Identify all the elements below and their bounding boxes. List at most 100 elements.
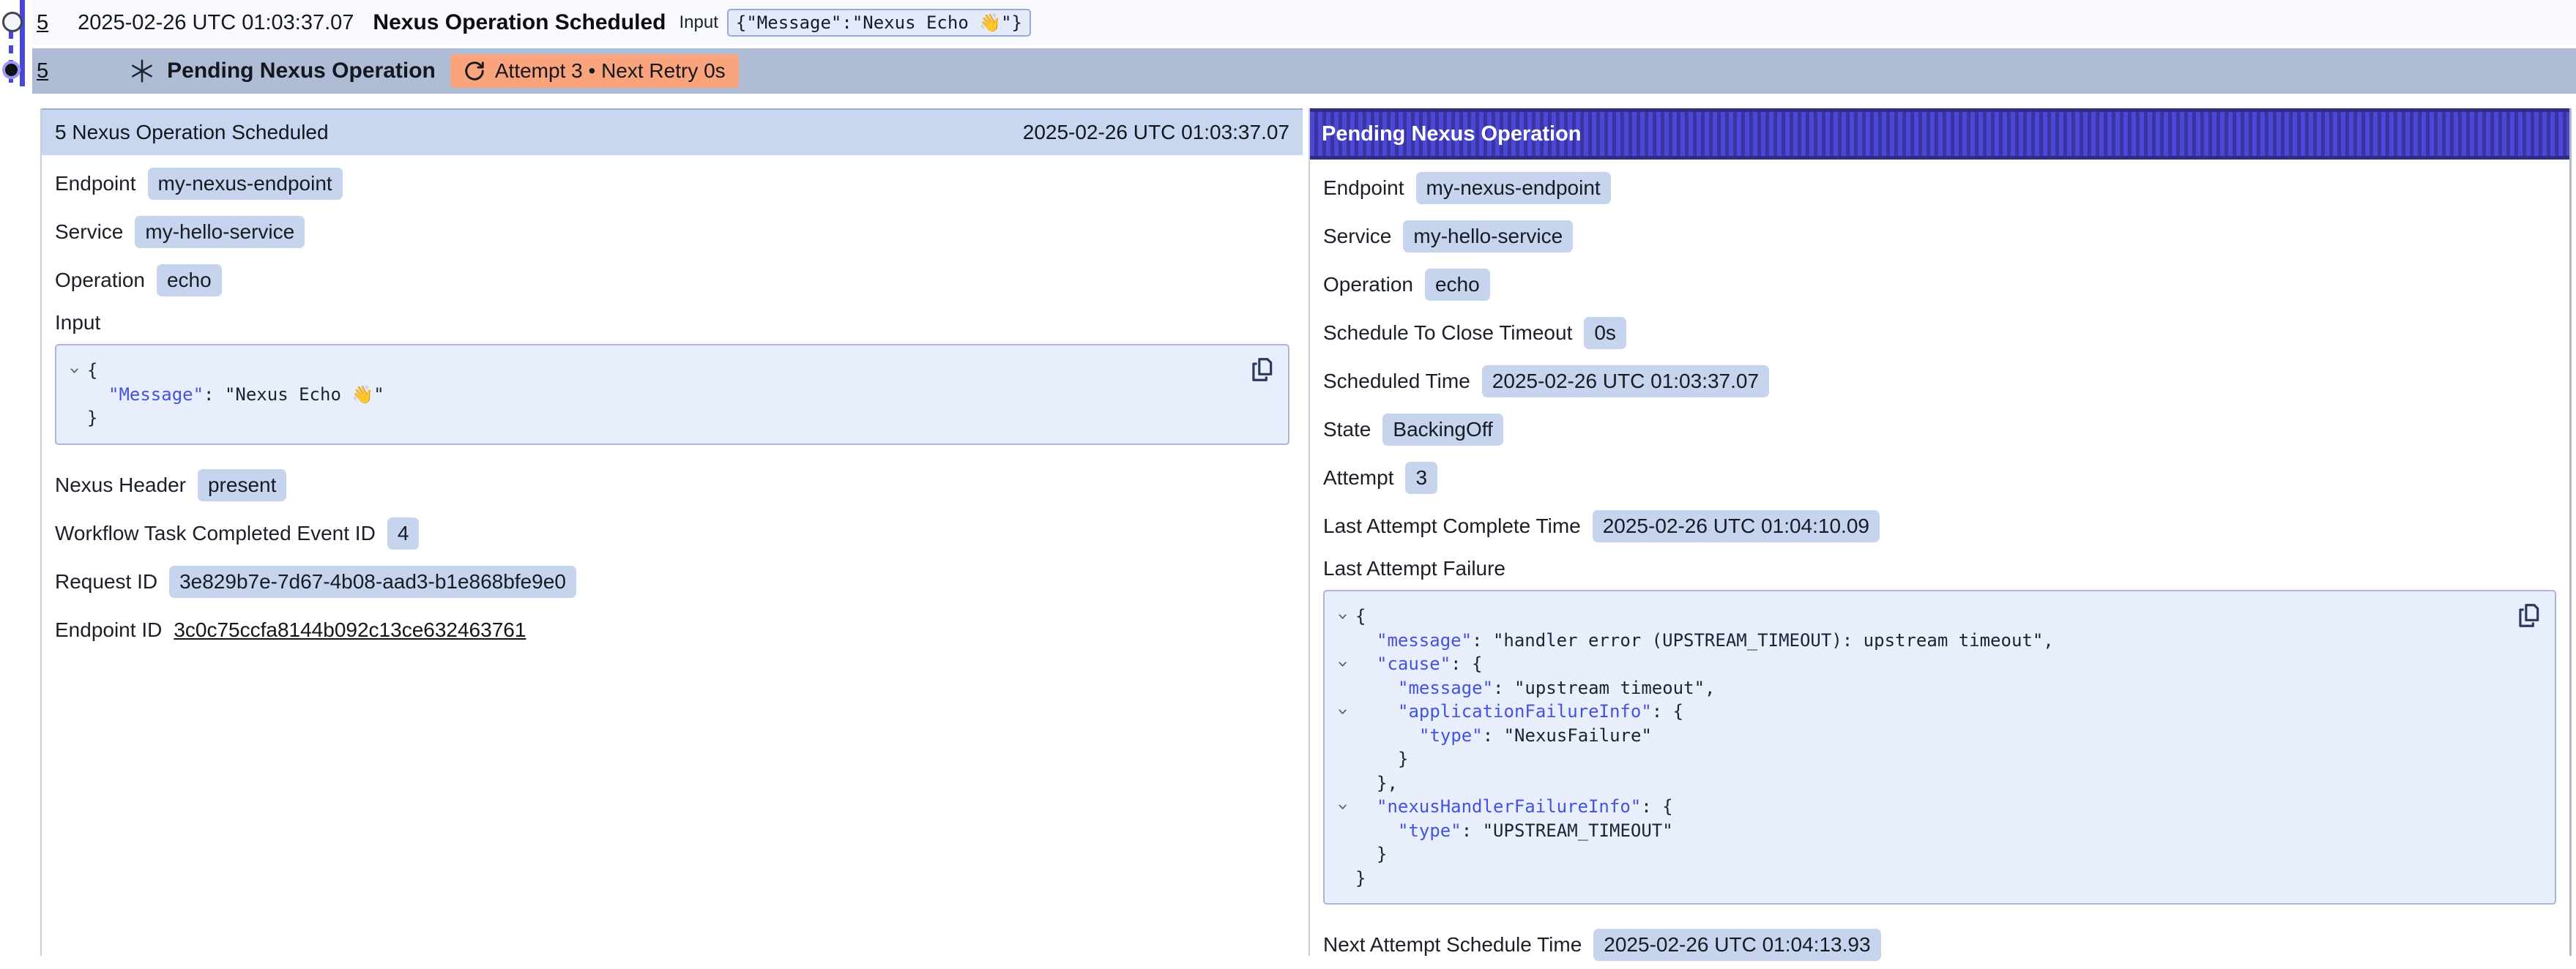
service-value-badge: my-hello-service — [135, 216, 305, 248]
retry-icon — [464, 60, 485, 82]
service-value-badge: my-hello-service — [1403, 220, 1573, 252]
field-service: Service my-hello-service — [55, 208, 1289, 256]
json-key: "Message" — [108, 383, 204, 407]
pending-nexus-operation-row[interactable]: 5 Pending Nexus Operation Attempt 3 • Ne… — [32, 48, 2576, 94]
pending-operation-panel: Pending Nexus Operation Endpoint my-nexu… — [1309, 108, 2572, 956]
json-key: "type" — [1419, 724, 1483, 748]
schedule-to-close-timeout-badge: 0s — [1584, 317, 1626, 349]
code-line: "type": "NexusFailure" — [1330, 724, 2504, 748]
code-line: ›"applicationFailureInfo": { — [1330, 700, 2504, 724]
code-line: "Message": "Nexus Echo 👋" — [62, 383, 1237, 407]
json-text: } — [1398, 747, 1408, 771]
json-key: "message" — [1398, 676, 1493, 700]
code-line: } — [1330, 747, 2504, 771]
collapse-chevron-icon[interactable]: › — [1331, 801, 1355, 812]
operation-value-badge: echo — [1425, 269, 1490, 301]
field-state: State BackingOff — [1323, 405, 2556, 454]
json-key: "type" — [1398, 819, 1462, 843]
json-text: : "handler error (UPSTREAM_TIMEOUT): ups… — [1472, 629, 2054, 653]
field-workflow-task-completed-event-id: Workflow Task Completed Event ID 4 — [55, 509, 1289, 558]
field-operation: Operation echo — [55, 256, 1289, 304]
operation-value-badge: echo — [157, 264, 222, 296]
last-attempt-complete-time-badge: 2025-02-26 UTC 01:04:10.09 — [1593, 510, 1880, 542]
code-line: ›{ — [1330, 605, 2504, 629]
event-detail-body: Endpoint my-nexus-endpoint Service my-he… — [42, 155, 1303, 654]
attempt-retry-text: Attempt 3 • Next Retry 0s — [495, 59, 726, 83]
code-line: › "nexusHandlerFailureInfo": { — [1330, 795, 2504, 819]
copy-button[interactable] — [1247, 356, 1276, 385]
pending-id-link[interactable]: 5 — [37, 59, 48, 83]
timeline-pending-dot-marker[interactable] — [5, 64, 18, 76]
code-line: } — [1330, 842, 2504, 867]
input-json-block: ›{"Message": "Nexus Echo 👋"} — [55, 344, 1289, 445]
code-line: "type": "UPSTREAM_TIMEOUT" — [1330, 819, 2504, 843]
endpoint-id-link[interactable]: 3c0c75ccfa8144b092c13ce632463761 — [174, 618, 526, 642]
event-history-rows: 5 2025-02-26 UTC 01:03:37.07 Nexus Opera… — [32, 0, 2576, 94]
field-endpoint: Endpoint my-nexus-endpoint — [1323, 164, 2556, 212]
field-next-attempt-schedule-time: Next Attempt Schedule Time 2025-02-26 UT… — [1323, 921, 2556, 969]
json-text: } — [87, 406, 97, 430]
timeline-selection-bar — [20, 0, 25, 86]
input-json-chip[interactable]: {"Message":"Nexus Echo 👋"} — [727, 9, 1031, 37]
code-line: }, — [1330, 771, 2504, 796]
request-id-value-badge: 3e829b7e-7d67-4b08-aad3-b1e868bfe9e0 — [169, 566, 576, 598]
event-id-link[interactable]: 5 — [37, 11, 48, 35]
timeline-gutter — [0, 0, 32, 97]
pending-panel-header: Pending Nexus Operation — [1310, 108, 2569, 160]
detail-panels: 5 Nexus Operation Scheduled 2025-02-26 U… — [40, 108, 2572, 956]
copy-icon — [1248, 356, 1276, 384]
code-line: ›{ — [62, 359, 1237, 383]
field-service: Service my-hello-service — [1323, 212, 2556, 261]
event-row-nexus-operation-scheduled[interactable]: 5 2025-02-26 UTC 01:03:37.07 Nexus Opera… — [32, 0, 2576, 45]
scheduled-time-badge: 2025-02-26 UTC 01:03:37.07 — [1482, 365, 1769, 397]
event-detail-header-timestamp: 2025-02-26 UTC 01:03:37.07 — [1023, 121, 1289, 144]
collapse-chevron-icon[interactable]: › — [1331, 610, 1355, 622]
collapse-chevron-icon[interactable]: › — [1331, 658, 1355, 670]
json-text: } — [1355, 867, 1366, 891]
pending-panel-body: Endpoint my-nexus-endpoint Service my-he… — [1310, 160, 2569, 969]
code-line: } — [62, 406, 1237, 430]
copy-button[interactable] — [2514, 602, 2543, 631]
event-detail-panel: 5 Nexus Operation Scheduled 2025-02-26 U… — [40, 108, 1303, 956]
endpoint-value-badge: my-nexus-endpoint — [1416, 172, 1611, 204]
json-text: }, — [1377, 771, 1398, 796]
code-line: } — [1330, 867, 2504, 891]
pending-asterisk-icon — [129, 58, 155, 84]
field-schedule-to-close-timeout: Schedule To Close Timeout 0s — [1323, 309, 2556, 357]
failure-json-block: ›{"message": "handler error (UPSTREAM_TI… — [1323, 590, 2556, 905]
input-label: Input — [680, 12, 718, 33]
collapse-chevron-icon[interactable]: › — [63, 364, 87, 376]
collapse-chevron-icon[interactable]: › — [1331, 706, 1355, 717]
json-text: : "Nexus Echo 👋" — [204, 383, 384, 407]
code-line: "message": "handler error (UPSTREAM_TIME… — [1330, 629, 2504, 653]
json-text: { — [1355, 605, 1366, 629]
json-key: "cause" — [1377, 652, 1451, 676]
json-text: : { — [1451, 652, 1482, 676]
json-text: : "NexusFailure" — [1483, 724, 1652, 748]
code-line: › "cause": { — [1330, 652, 2504, 676]
json-text: : { — [1641, 795, 1672, 819]
field-scheduled-time: Scheduled Time 2025-02-26 UTC 01:03:37.0… — [1323, 357, 2556, 405]
json-text: : "upstream timeout", — [1493, 676, 1715, 700]
event-detail-header: 5 Nexus Operation Scheduled 2025-02-26 U… — [42, 108, 1303, 155]
wtc-event-id-value-badge: 4 — [387, 517, 420, 550]
json-key: "nexusHandlerFailureInfo" — [1377, 795, 1641, 819]
timeline-event-circle-marker[interactable] — [2, 12, 23, 32]
field-endpoint-id: Endpoint ID 3c0c75ccfa8144b092c13ce63246… — [55, 606, 1289, 654]
nexus-header-value-badge: present — [198, 469, 286, 501]
json-text: : "UPSTREAM_TIMEOUT" — [1462, 819, 1673, 843]
event-title: Nexus Operation Scheduled — [373, 10, 666, 35]
pending-title: Pending Nexus Operation — [167, 59, 436, 83]
field-operation: Operation echo — [1323, 261, 2556, 309]
json-text: : { — [1652, 700, 1683, 724]
endpoint-value-badge: my-nexus-endpoint — [148, 168, 343, 200]
panel-gap — [1303, 108, 1309, 956]
json-text: } — [1377, 842, 1387, 867]
pending-panel-header-title: Pending Nexus Operation — [1322, 122, 1582, 146]
input-section-label: Input — [55, 304, 1289, 341]
event-detail-header-title: 5 Nexus Operation Scheduled — [55, 121, 329, 144]
json-key: "message" — [1377, 629, 1472, 653]
next-attempt-schedule-time-badge: 2025-02-26 UTC 01:04:13.93 — [1593, 929, 1880, 961]
field-attempt: Attempt 3 — [1323, 454, 2556, 502]
copy-icon — [2514, 602, 2542, 629]
